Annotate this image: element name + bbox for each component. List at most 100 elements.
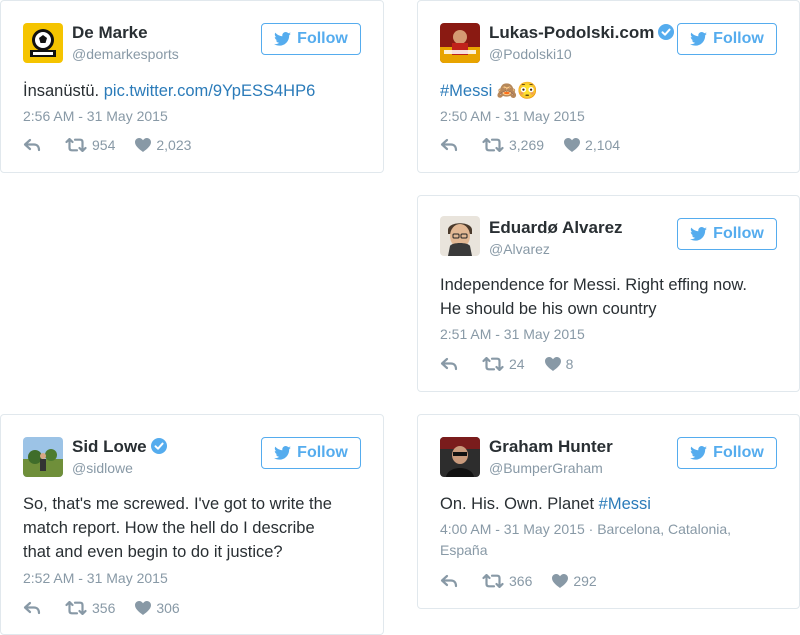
retweet-button[interactable]: 954 — [65, 137, 115, 153]
tweet-card-podolski: Lukas-Podolski.com @Podolski10 Follow #M… — [417, 0, 800, 173]
retweet-button[interactable]: 366 — [482, 573, 532, 589]
tweet-text-body: On. His. Own. Planet — [440, 495, 595, 513]
retweet-button[interactable]: 3,269 — [482, 137, 544, 153]
hashtag-link[interactable]: #Messi — [599, 495, 651, 513]
twitter-bird-icon — [690, 446, 707, 460]
heart-icon — [552, 574, 568, 588]
like-count: 8 — [565, 356, 574, 372]
reply-button[interactable] — [440, 574, 458, 588]
reply-icon — [440, 138, 458, 152]
tweet-card-sidlowe: Sid Lowe @sidlowe Follow So, that's me s… — [0, 414, 384, 635]
location-line: España — [440, 542, 488, 558]
tweet-text-line: that and even begin to do it justice? — [23, 543, 283, 561]
tweet-text: Independence for Messi. Right effing now… — [440, 273, 779, 321]
reply-button[interactable] — [440, 138, 458, 152]
tweet-text: On. His. Own. Planet #Messi — [440, 492, 779, 516]
tweet-link[interactable]: pic.twitter.com/9YpESS4HP6 — [104, 82, 316, 100]
retweet-count: 366 — [509, 573, 533, 589]
tweet-timestamp[interactable]: 2:52 AM - 31 May 2015 — [23, 568, 363, 589]
retweet-count: 356 — [92, 600, 116, 616]
twitter-bird-icon — [690, 227, 707, 241]
like-button[interactable]: 292 — [552, 573, 597, 589]
tweet-text-line: match report. How the hell do I describe — [23, 519, 315, 537]
reply-button[interactable] — [23, 138, 41, 152]
retweet-icon — [482, 138, 504, 152]
display-name[interactable]: Lukas-Podolski.com — [489, 23, 654, 42]
display-name[interactable]: De Marke — [72, 23, 148, 42]
display-name[interactable]: Graham Hunter — [489, 437, 613, 456]
heart-icon — [135, 601, 151, 615]
retweet-count: 954 — [92, 137, 116, 153]
tweet-timestamp[interactable]: 4:00 AM - 31 May 2015 · Barcelona, Catal… — [440, 519, 779, 561]
twitter-bird-icon — [690, 32, 707, 46]
tweet-actions: 24 8 — [440, 356, 593, 372]
verified-badge-icon — [658, 24, 674, 40]
reply-icon — [440, 357, 458, 371]
tweet-card-demarke: De Marke @demarkesports Follow İnsanüstü… — [0, 0, 384, 173]
user-handle[interactable]: @sidlowe — [72, 460, 133, 476]
heart-icon — [564, 138, 580, 152]
tweet-actions: 954 2,023 — [23, 137, 211, 153]
retweet-count: 3,269 — [509, 137, 545, 153]
tweet-text-line: So, that's me screwed. I've got to write… — [23, 495, 332, 513]
retweet-button[interactable]: 24 — [482, 356, 525, 372]
follow-label: Follow — [713, 30, 764, 47]
avatar[interactable] — [440, 437, 480, 477]
like-count: 2,104 — [585, 137, 621, 153]
reply-button[interactable] — [440, 357, 458, 371]
tweet-timestamp[interactable]: 2:51 AM - 31 May 2015 — [440, 324, 779, 345]
follow-label: Follow — [713, 225, 764, 242]
avatar[interactable] — [23, 437, 63, 477]
follow-button[interactable]: Follow — [261, 437, 361, 469]
display-name[interactable]: Sid Lowe — [72, 437, 147, 456]
twitter-bird-icon — [274, 32, 291, 46]
like-count: 292 — [573, 573, 597, 589]
follow-label: Follow — [297, 444, 348, 461]
user-handle[interactable]: @demarkesports — [72, 46, 179, 62]
heart-icon — [545, 357, 561, 371]
hashtag-link[interactable]: #Messi — [440, 82, 492, 100]
user-handle[interactable]: @BumperGraham — [489, 460, 603, 476]
tweet-timestamp[interactable]: 2:50 AM - 31 May 2015 — [440, 106, 779, 127]
retweet-button[interactable]: 356 — [65, 600, 115, 616]
tweet-actions: 356 306 — [23, 600, 200, 616]
like-count: 2,023 — [156, 137, 192, 153]
retweet-icon — [482, 357, 504, 371]
like-count: 306 — [156, 600, 180, 616]
follow-button[interactable]: Follow — [677, 437, 777, 469]
tweet-text: İnsanüstü. pic.twitter.com/9YpESS4HP6 — [23, 79, 363, 103]
avatar[interactable] — [440, 216, 480, 256]
twitter-bird-icon — [274, 446, 291, 460]
user-handle[interactable]: @Alvarez — [489, 241, 550, 257]
display-name[interactable]: Eduardø Alvarez — [489, 218, 623, 237]
tweet-text-line: He should be his own country — [440, 300, 657, 318]
tweet-actions: 366 292 — [440, 573, 617, 589]
avatar[interactable] — [440, 23, 480, 63]
tweet-text-body: İnsanüstü. — [23, 82, 100, 100]
like-button[interactable]: 306 — [135, 600, 180, 616]
retweet-count: 24 — [509, 356, 525, 372]
retweet-icon — [482, 574, 504, 588]
tweet-timestamp[interactable]: 2:56 AM - 31 May 2015 — [23, 106, 363, 127]
tweet-text-line: Independence for Messi. Right effing now… — [440, 276, 747, 294]
follow-label: Follow — [297, 30, 348, 47]
follow-button[interactable]: Follow — [677, 218, 777, 250]
retweet-icon — [65, 601, 87, 615]
follow-button[interactable]: Follow — [261, 23, 361, 55]
like-button[interactable]: 2,104 — [564, 137, 620, 153]
tweet-actions: 3,269 2,104 — [440, 137, 640, 153]
tweet-text: #Messi 🙈😳 — [440, 79, 779, 103]
reply-icon — [440, 574, 458, 588]
user-handle[interactable]: @Podolski10 — [489, 46, 572, 62]
tweet-text: So, that's me screwed. I've got to write… — [23, 492, 363, 564]
reply-icon — [23, 601, 41, 615]
retweet-icon — [65, 138, 87, 152]
heart-icon — [135, 138, 151, 152]
reply-icon — [23, 138, 41, 152]
like-button[interactable]: 2,023 — [135, 137, 191, 153]
tweet-emoji: 🙈😳 — [496, 82, 538, 100]
follow-button[interactable]: Follow — [677, 23, 777, 55]
like-button[interactable]: 8 — [545, 356, 574, 372]
reply-button[interactable] — [23, 601, 41, 615]
avatar[interactable] — [23, 23, 63, 63]
